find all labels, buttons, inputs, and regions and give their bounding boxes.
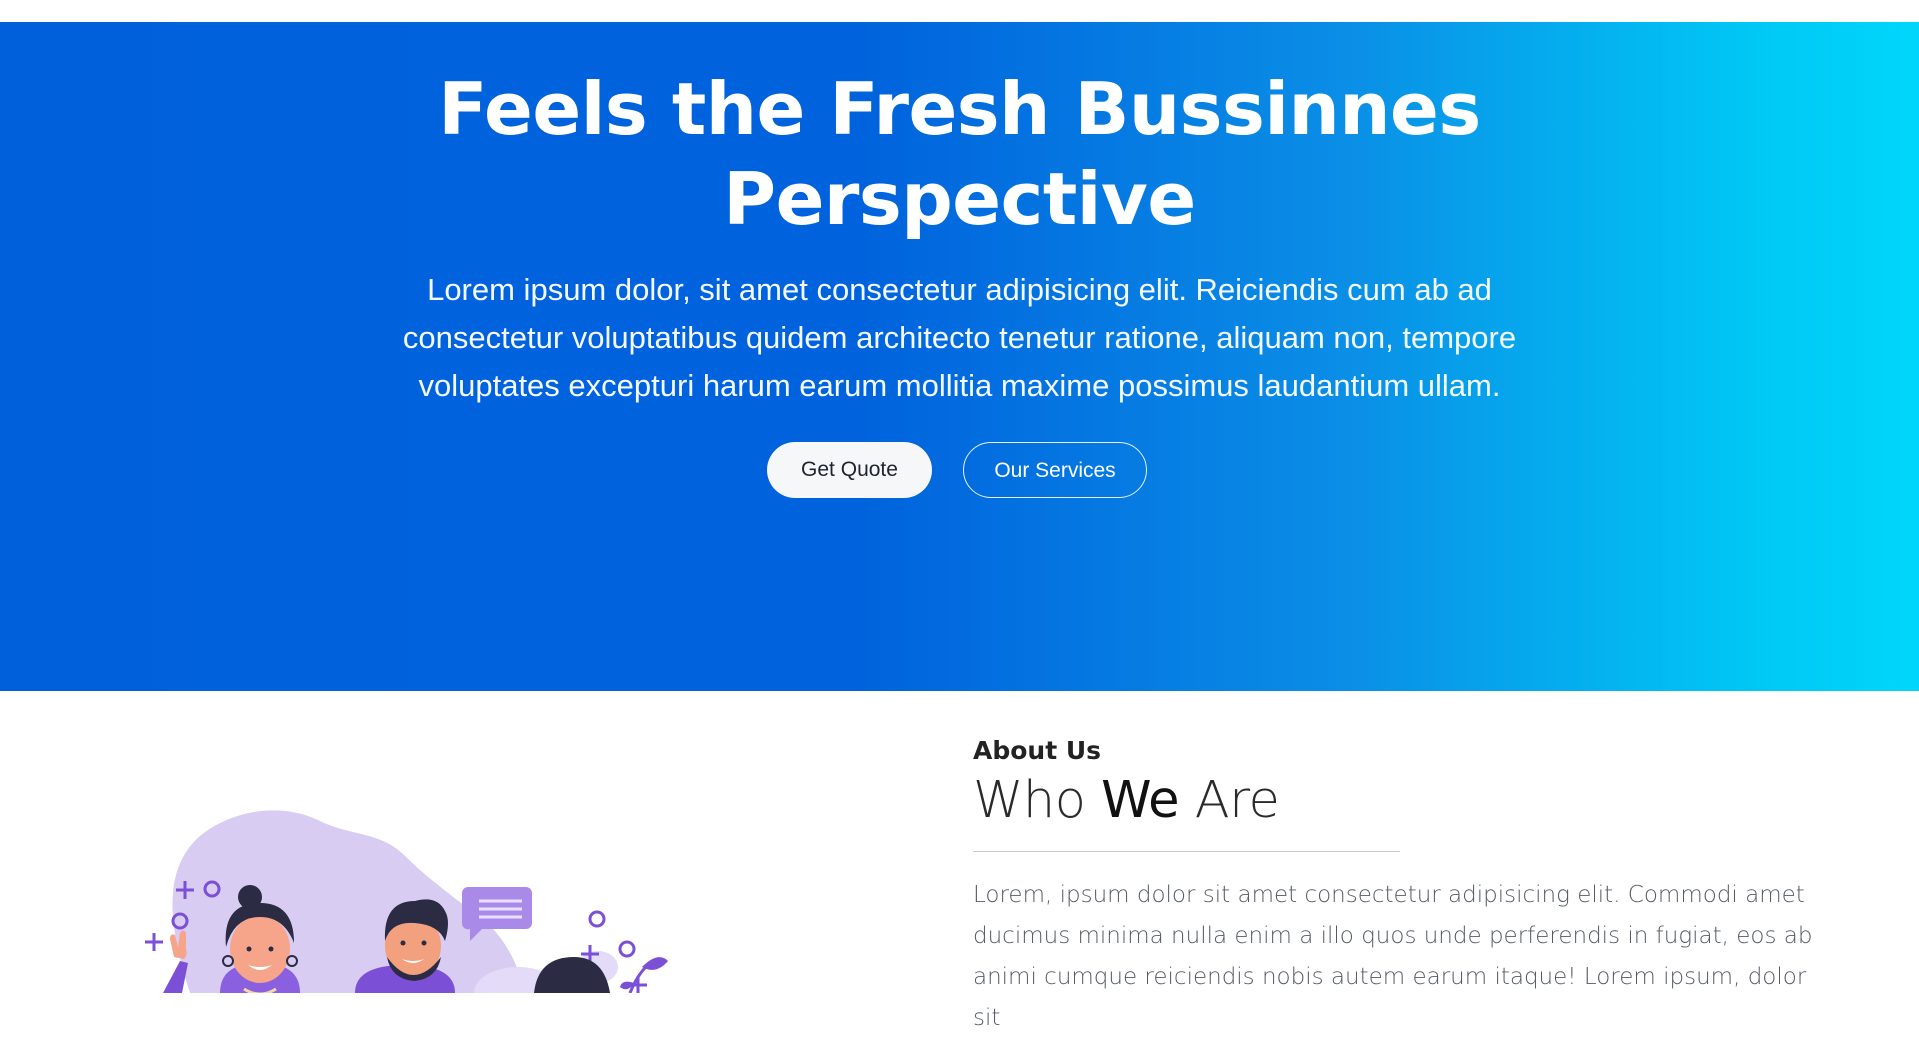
about-eyebrow: About Us <box>973 736 1102 765</box>
about-section: About Us Who We Are Lorem, ipsum dolor s… <box>0 691 1919 1031</box>
about-text-line-3: animi cumque reiciendis nobis autem earu… <box>973 964 1807 1031</box>
about-heading-emphasis: We <box>1101 771 1179 830</box>
hero-text-line-3: voluptates excepturi harum earum molliti… <box>418 368 1501 403</box>
team-illustration <box>145 810 668 993</box>
top-strip <box>0 0 1919 22</box>
about-text-line-1: Lorem, ipsum dolor sit amet consectetur … <box>973 882 1805 908</box>
hero-title-line-2: Perspective <box>723 157 1196 241</box>
about-heading-part-1: Who <box>973 771 1102 830</box>
about-heading-part-2: Are <box>1179 771 1280 830</box>
about-description: Lorem, ipsum dolor sit amet consectetur … <box>973 875 1833 1039</box>
about-heading: Who We Are <box>973 771 1280 830</box>
hero-text-line-2: consectetur voluptatibus quidem architec… <box>402 320 1517 355</box>
hero-title: Feels the Fresh Bussinnes Perspective <box>0 64 1919 244</box>
about-text-line-2: ducimus minima nulla enim a illo quos un… <box>973 923 1813 949</box>
our-services-button[interactable]: Our Services <box>963 442 1147 498</box>
get-quote-button[interactable]: Get Quote <box>767 442 932 498</box>
hero-description: Lorem ipsum dolor, sit amet consectetur … <box>395 266 1524 410</box>
hero-section: Feels the Fresh Bussinnes Perspective Lo… <box>0 22 1919 691</box>
hero-text-line-1: Lorem ipsum dolor, sit amet consectetur … <box>427 272 1492 307</box>
about-divider <box>973 851 1400 852</box>
hero-title-line-1: Feels the Fresh Bussinnes <box>438 67 1481 151</box>
